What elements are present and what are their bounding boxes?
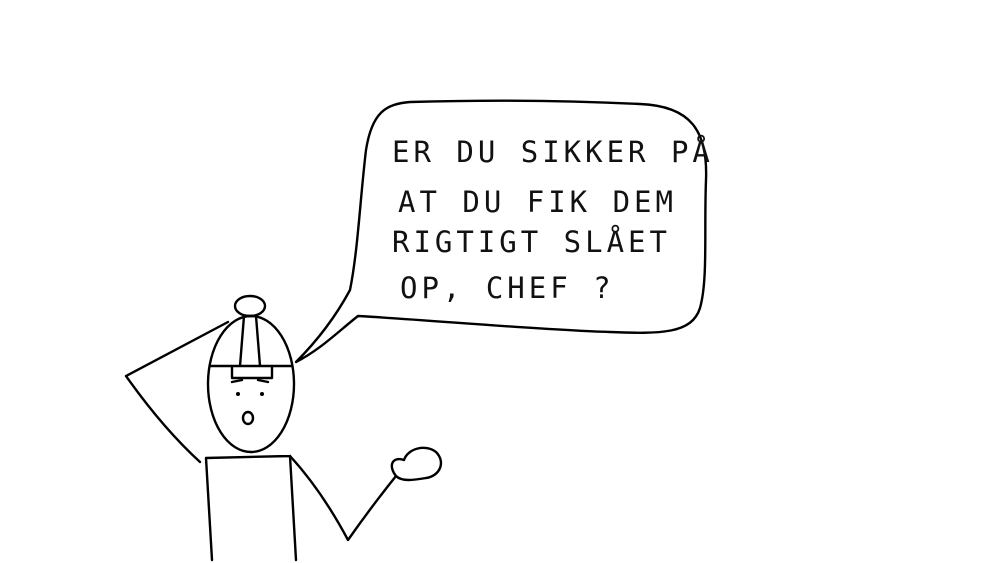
figure-torso [204,454,298,562]
figure-eye-left [236,392,240,396]
figure-eyebrows [230,378,270,384]
comic-drawing: ER DU SIKKER PÅ AT DU FIK DEM RIGTIGT SL… [124,99,714,562]
speech-line-1: ER DU SIKKER PÅ [392,135,714,169]
figure-arm-raised [124,320,230,464]
speech-line-4: OP, CHEF ? [400,271,615,305]
figure-head [206,314,296,454]
figure-arm-right [288,454,398,542]
figure-eye-right [260,392,264,396]
stick-figure [124,294,443,562]
figure-hair-bun [233,294,267,318]
figure-mouth [241,410,255,426]
speech-line-2: AT DU FIK DEM [398,185,677,219]
figure-hand [390,446,443,482]
speech-line-3: RIGTIGT SLÅET [392,225,671,259]
speech-bubble: ER DU SIKKER PÅ AT DU FIK DEM RIGTIGT SL… [294,99,714,364]
